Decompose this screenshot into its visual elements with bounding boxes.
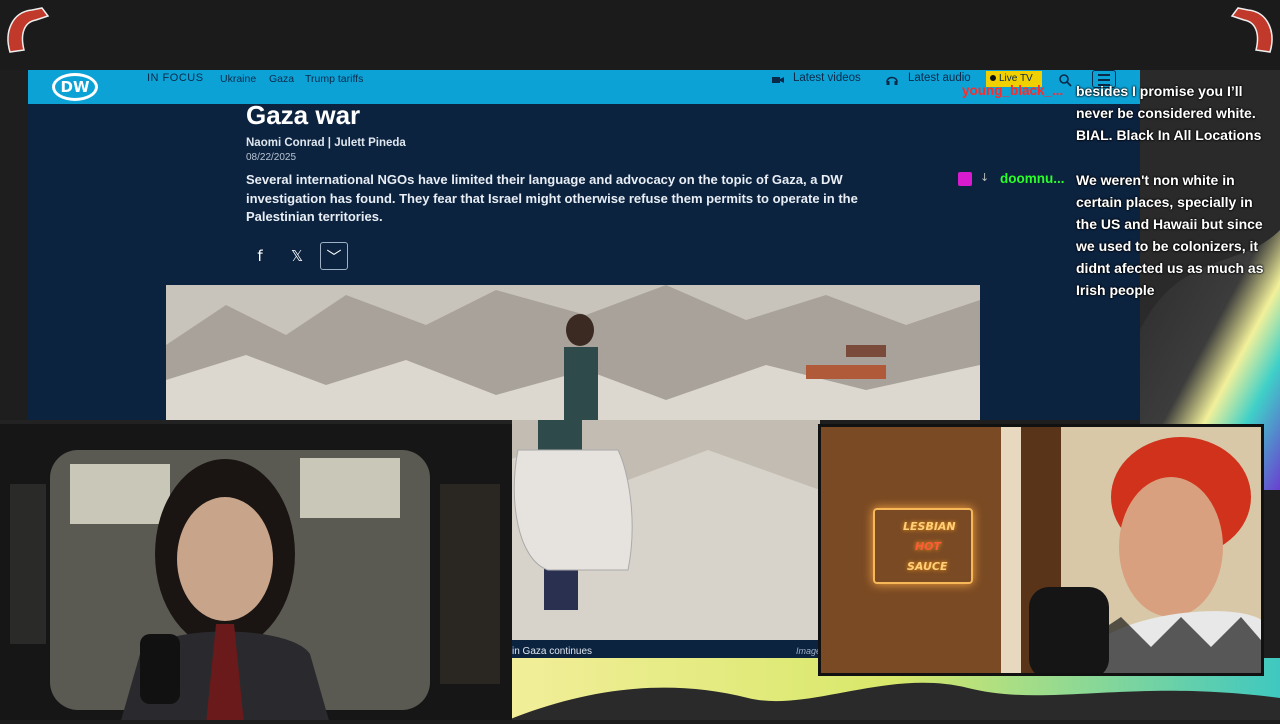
corner-hook-icon [2,2,62,62]
top-band [0,0,1280,70]
nav-link-ukraine[interactable]: Ukraine [220,73,256,85]
chat-message: We weren't non white in certain places, … [1076,172,1264,298]
browser-page: DW IN FOCUS Ukraine Gaza Trump tariffs L… [28,70,1140,420]
live-dot-icon [990,75,996,81]
article-authors: Naomi Conrad | Julett Pineda [246,137,406,149]
chat-message: besides I promise you I’ll never be cons… [1076,83,1262,143]
chat-username: young_black_... [962,83,1064,98]
more-share-chevron-icon[interactable]: ﹀ [320,242,348,270]
neon-sign: LESBIAN HOT SAUCE [873,508,973,584]
author-link[interactable]: Julett Pineda [334,137,406,149]
article-hero-image-lower [508,420,820,660]
author-link[interactable]: Naomi Conrad [246,137,325,149]
corner-hook-icon [1218,2,1278,62]
author-separator: | [327,137,332,149]
headphones-icon [885,72,899,86]
video-camera-icon [771,72,785,86]
stream-frame: DW IN FOCUS Ukraine Gaza Trump tariffs L… [0,0,1280,720]
article-lead: Several international NGOs have limited … [246,172,858,224]
subscriber-badge-icon [958,172,972,186]
neon-sign-line: SAUCE [907,560,948,573]
arrow-down-icon: ↓ [980,171,990,184]
nav-link-trump-tariffs[interactable]: Trump tariffs [305,73,363,85]
neon-sign-line: LESBIAN [903,520,956,533]
image-caption: in Gaza continues [512,646,593,657]
article-title: Gaza war [246,100,361,130]
latest-videos-link[interactable]: Latest videos [793,72,861,84]
in-focus-label: IN FOCUS [147,72,204,84]
chat-username: doomnu... [1000,171,1065,186]
article-hero-image [166,285,980,420]
nav-link-gaza[interactable]: Gaza [269,73,294,85]
webcam-left [0,420,512,720]
x-share-icon[interactable]: 𝕏 [283,242,311,270]
neon-sign-line: HOT [915,540,942,553]
dw-logo[interactable]: DW [52,73,98,101]
article-date: 08/22/2025 [246,152,297,163]
facebook-share-icon[interactable]: f [246,242,274,270]
